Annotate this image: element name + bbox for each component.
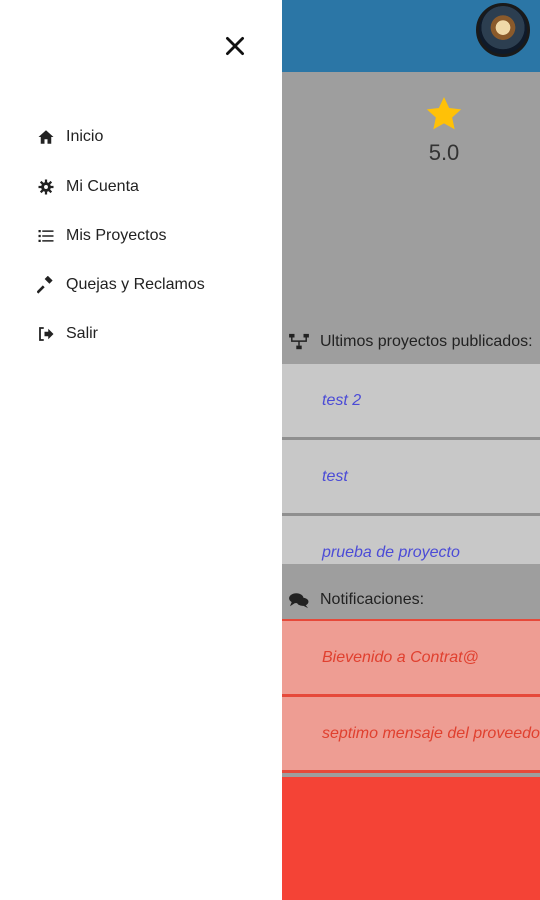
menu-item-label: Mi Cuenta	[66, 178, 139, 195]
project-title: test	[322, 467, 348, 485]
menu-item-quejas-reclamos[interactable]: Quejas y Reclamos	[36, 270, 205, 300]
project-title: test 2	[322, 391, 362, 409]
menu-item-label: Mis Proyectos	[66, 227, 167, 244]
list-icon	[36, 226, 56, 246]
notification-item[interactable]: Bievenido a Contrat@	[282, 621, 540, 697]
notification-text: septimo mensaje del proveedor	[322, 724, 540, 742]
menu-item-label: Salir	[66, 325, 99, 342]
menu-item-label: Inicio	[66, 128, 104, 145]
rating-panel: 5.0	[282, 72, 540, 327]
app-bar	[282, 0, 540, 72]
menu-item-mis-proyectos[interactable]: Mis Proyectos	[36, 221, 166, 251]
rating-value: 5.0	[428, 140, 460, 165]
menu-item-label: Quejas y Reclamos	[66, 276, 205, 293]
close-icon	[226, 37, 244, 55]
notification-item[interactable]: septimo mensaje del proveedor	[282, 697, 540, 773]
notifications-header: Notificaciones:	[282, 580, 540, 620]
navigation-drawer: Inicio Mi Cuenta Mis Proyectos Quejas y …	[0, 0, 282, 900]
menu-item-inicio[interactable]: Inicio	[36, 122, 103, 152]
list-item[interactable]: prueba de proyecto	[282, 516, 540, 564]
project-title: prueba de proyecto	[322, 543, 460, 561]
notifications-background	[282, 777, 540, 900]
projects-header-label: Ultimos proyectos publicados:	[320, 333, 533, 350]
main-content: 5.0 Ultimos proyectos publicados: test 2…	[282, 0, 540, 900]
sitemap-icon	[288, 333, 310, 351]
menu-item-mi-cuenta[interactable]: Mi Cuenta	[36, 172, 139, 202]
avatar[interactable]	[476, 3, 530, 57]
projects-header: Ultimos proyectos publicados:	[282, 322, 540, 362]
notification-text: Bievenido a Contrat@	[322, 648, 479, 666]
home-icon	[36, 127, 56, 147]
sign-out-icon	[36, 324, 56, 344]
menu-item-salir[interactable]: Salir	[36, 319, 98, 349]
projects-list: test 2 test prueba de proyecto	[282, 364, 540, 564]
gavel-icon	[36, 275, 56, 295]
notifications-list: Bievenido a Contrat@ septimo mensaje del…	[282, 621, 540, 773]
comments-icon	[288, 591, 310, 609]
list-item[interactable]: test	[282, 440, 540, 516]
close-drawer-button[interactable]	[222, 33, 248, 59]
notifications-header-label: Notificaciones:	[320, 591, 425, 608]
star-icon	[426, 97, 462, 130]
list-item[interactable]: test 2	[282, 364, 540, 440]
gear-icon	[36, 177, 56, 197]
